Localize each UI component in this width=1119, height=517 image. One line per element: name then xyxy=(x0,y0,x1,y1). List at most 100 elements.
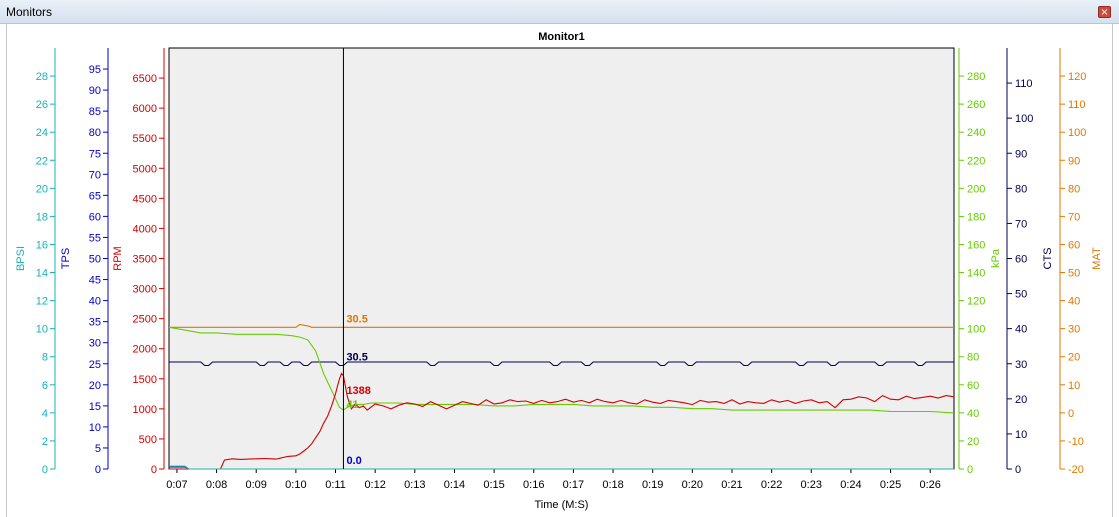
x-tick-label: 0:20 xyxy=(682,479,703,491)
x-tick-label: 0:13 xyxy=(404,479,425,491)
x-tick-label: 0:09 xyxy=(246,479,267,491)
y-axis-label-cts: CTS xyxy=(1042,248,1054,270)
y-tick-label-tps: 50 xyxy=(89,254,101,266)
y-tick-label-cts: 100 xyxy=(1015,113,1033,125)
x-tick-label: 0:19 xyxy=(642,479,663,491)
chart-title: Monitor1 xyxy=(538,31,584,43)
y-tick-label-tps: 65 xyxy=(89,190,101,202)
y-tick-label-mat: 40 xyxy=(1068,296,1080,308)
y-tick-label-kpa: 0 xyxy=(967,464,973,476)
y-tick-label-rpm: 4500 xyxy=(133,193,157,205)
y-tick-label-mat: 100 xyxy=(1068,127,1086,139)
y-tick-label-kpa: 240 xyxy=(967,127,985,139)
y-tick-label-bpsi: 24 xyxy=(36,127,48,139)
y-tick-label-bpsi: 2 xyxy=(42,436,48,448)
y-tick-label-cts: 90 xyxy=(1015,148,1027,160)
monitor-chart: Monitor1 0:07 0:08 0:09 0:10 0:11 0:12 0:13 0:14… xyxy=(15,31,1103,511)
x-tick-label: 0:18 xyxy=(602,479,623,491)
y-tick-label-rpm: 3500 xyxy=(133,254,157,266)
cursor-readout-kpa: 41 xyxy=(346,399,358,411)
y-tick-label-cts: 0 xyxy=(1015,464,1021,476)
y-tick-label-mat: 10 xyxy=(1068,380,1080,392)
y-tick-label-cts: 60 xyxy=(1015,254,1027,266)
y-tick-label-cts: 70 xyxy=(1015,218,1027,230)
y-tick-label-tps: 85 xyxy=(89,106,101,118)
y-tick-label-rpm: 6500 xyxy=(133,73,157,85)
y-tick-label-rpm: 0 xyxy=(151,464,157,476)
y-tick-label-bpsi: 14 xyxy=(36,268,48,280)
y-tick-label-tps: 70 xyxy=(89,169,101,181)
y-tick-label-bpsi: 4 xyxy=(42,408,48,420)
x-axis-label: Time (M:S) xyxy=(535,499,589,511)
cursor-readout-mat: 30.5 xyxy=(346,313,367,325)
x-tick-label: 0:16 xyxy=(523,479,544,491)
y-tick-label-cts: 20 xyxy=(1015,394,1027,406)
y-tick-label-tps: 80 xyxy=(89,127,101,139)
y-tick-label-cts: 50 xyxy=(1015,289,1027,301)
y-tick-label-mat: 110 xyxy=(1068,99,1086,111)
y-tick-label-cts: 40 xyxy=(1015,324,1027,336)
y-axis-label-mat: MAT xyxy=(1091,247,1103,270)
y-tick-label-rpm: 4000 xyxy=(133,223,157,235)
y-tick-label-tps: 75 xyxy=(89,148,101,160)
y-tick-label-bpsi: 28 xyxy=(36,71,48,83)
y-tick-label-cts: 80 xyxy=(1015,183,1027,195)
y-tick-label-bpsi: 16 xyxy=(36,239,48,251)
y-tick-label-mat: 50 xyxy=(1068,268,1080,280)
y-tick-label-rpm: 1500 xyxy=(133,374,157,386)
y-tick-label-mat: 90 xyxy=(1068,155,1080,167)
y-tick-label-tps: 25 xyxy=(89,359,101,371)
y-tick-label-tps: 0 xyxy=(95,464,101,476)
y-tick-label-kpa: 120 xyxy=(967,296,985,308)
y-tick-label-kpa: 200 xyxy=(967,183,985,195)
y-tick-label-bpsi: 20 xyxy=(36,183,48,195)
cursor-readout-cts: 30.5 xyxy=(346,352,367,364)
y-tick-label-bpsi: 6 xyxy=(42,380,48,392)
y-tick-label-mat: 70 xyxy=(1068,211,1080,223)
y-tick-label-kpa: 180 xyxy=(967,211,985,223)
x-tick-label: 0:22 xyxy=(761,479,782,491)
cursor-readout-rpm: 1388 xyxy=(346,385,370,397)
y-tick-label-rpm: 1000 xyxy=(133,404,157,416)
y-tick-label-rpm: 6000 xyxy=(133,103,157,115)
y-tick-label-kpa: 80 xyxy=(967,352,979,364)
y-tick-label-tps: 20 xyxy=(89,380,101,392)
x-tick-label: 0:08 xyxy=(206,479,227,491)
y-axis-label-bpsi: BPSI xyxy=(15,246,27,271)
y-tick-label-bpsi: 12 xyxy=(36,296,48,308)
y-tick-label-rpm: 3000 xyxy=(133,284,157,296)
y-axis-label-tps: TPS xyxy=(60,248,72,269)
y-tick-label-kpa: 260 xyxy=(967,99,985,111)
y-tick-label-kpa: 140 xyxy=(967,268,985,280)
y-tick-label-bpsi: 8 xyxy=(42,352,48,364)
y-tick-label-kpa: 280 xyxy=(967,71,985,83)
y-tick-label-kpa: 60 xyxy=(967,380,979,392)
y-tick-label-mat: 60 xyxy=(1068,239,1080,251)
x-tick-label: 0:25 xyxy=(880,479,901,491)
y-tick-label-cts: 10 xyxy=(1015,429,1027,441)
x-tick-label: 0:10 xyxy=(285,479,306,491)
x-tick-label: 0:24 xyxy=(840,479,861,491)
y-tick-label-rpm: 2000 xyxy=(133,344,157,356)
y-tick-label-kpa: 100 xyxy=(967,324,985,336)
y-tick-label-bpsi: 26 xyxy=(36,99,48,111)
x-tick-label: 0:07 xyxy=(166,479,187,491)
y-tick-label-tps: 95 xyxy=(89,64,101,76)
y-tick-label-bpsi: 10 xyxy=(36,324,48,336)
y-axis-label-rpm: RPM xyxy=(112,246,124,270)
y-tick-label-kpa: 160 xyxy=(967,239,985,251)
y-tick-label-bpsi: 22 xyxy=(36,155,48,167)
x-tick-label: 0:14 xyxy=(444,479,465,491)
y-tick-label-mat: 30 xyxy=(1068,324,1080,336)
y-tick-label-tps: 10 xyxy=(89,422,101,434)
y-tick-label-tps: 55 xyxy=(89,232,101,244)
x-tick-label: 0:23 xyxy=(801,479,822,491)
y-axis-label-kpa: kPa xyxy=(990,248,1002,268)
y-tick-label-mat: 20 xyxy=(1068,352,1080,364)
y-tick-label-tps: 40 xyxy=(89,296,101,308)
y-tick-label-cts: 110 xyxy=(1015,78,1033,90)
y-tick-label-rpm: 5500 xyxy=(133,133,157,145)
x-tick-label: 0:26 xyxy=(920,479,941,491)
y-tick-label-tps: 60 xyxy=(89,211,101,223)
x-tick-label: 0:15 xyxy=(483,479,504,491)
